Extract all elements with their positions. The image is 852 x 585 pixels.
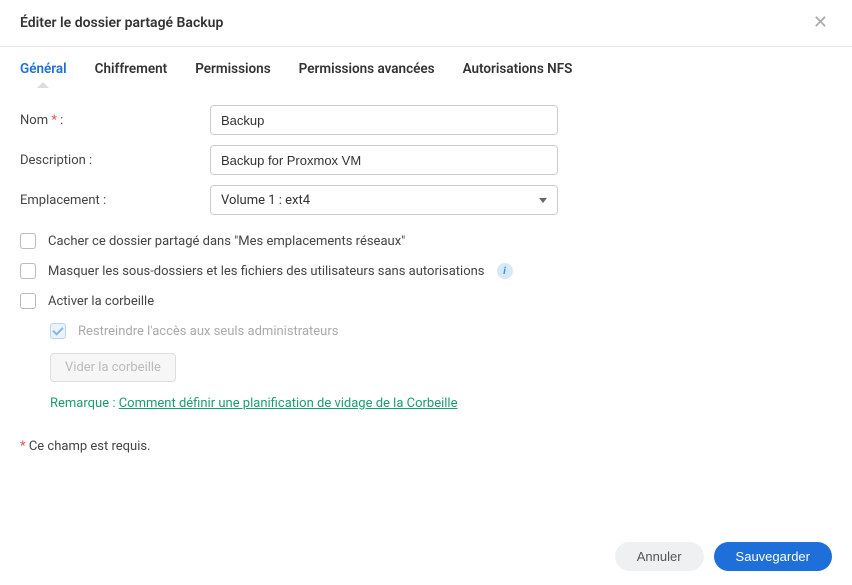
tab-encryption[interactable]: Chiffrement <box>95 61 168 87</box>
row-restrict-admin: Restreindre l'accès aux seuls administra… <box>50 323 832 339</box>
row-location: Emplacement : Volume 1 : ext4 <box>20 185 832 215</box>
required-note-text: Ce champ est requis. <box>26 439 151 454</box>
dialog-title: Éditer le dossier partagé Backup <box>20 15 223 31</box>
name-input[interactable] <box>210 105 558 135</box>
label-restrict-admin: Restreindre l'accès aux seuls administra… <box>78 324 338 339</box>
tab-content-general: Nom * : Description : Emplacement : Volu… <box>0 87 852 454</box>
close-icon[interactable]: ✕ <box>809 14 832 32</box>
row-hide-subfolders: Masquer les sous-dossiers et les fichier… <box>20 263 832 279</box>
label-description: Description : <box>20 153 210 168</box>
label-name-colon: : <box>60 113 63 128</box>
required-star: * <box>51 113 57 128</box>
row-name: Nom * : <box>20 105 832 135</box>
row-hide-network: Cacher ce dossier partagé dans "Mes empl… <box>20 233 832 249</box>
empty-trash-button: Vider la corbeille <box>50 353 176 382</box>
tab-permissions[interactable]: Permissions <box>195 61 270 87</box>
row-recycle: Activer la corbeille <box>20 293 832 309</box>
row-description: Description : <box>20 145 832 175</box>
remark-link[interactable]: Comment définir une planification de vid… <box>119 396 458 411</box>
required-note: * Ce champ est requis. <box>20 439 832 454</box>
location-select-value: Volume 1 : ext4 <box>221 193 310 208</box>
checkbox-hide-network[interactable] <box>20 233 36 249</box>
save-button[interactable]: Sauvegarder <box>714 542 832 571</box>
tab-nfs[interactable]: Autorisations NFS <box>463 61 573 87</box>
checkbox-recycle[interactable] <box>20 293 36 309</box>
label-hide-network: Cacher ce dossier partagé dans "Mes empl… <box>48 234 405 249</box>
label-name: Nom * : <box>20 113 210 128</box>
remark-prefix: Remarque : <box>50 396 119 411</box>
dialog-header: Éditer le dossier partagé Backup ✕ <box>0 0 852 47</box>
remark-line: Remarque : Comment définir une planifica… <box>50 396 832 411</box>
recycle-subsection: Restreindre l'accès aux seuls administra… <box>50 323 832 411</box>
location-select[interactable]: Volume 1 : ext4 <box>210 185 558 215</box>
tab-advanced-permissions[interactable]: Permissions avancées <box>299 61 435 87</box>
dialog-footer: Annuler Sauvegarder <box>0 530 852 585</box>
tab-general[interactable]: Général <box>20 61 67 87</box>
checkbox-restrict-admin <box>50 323 66 339</box>
description-input[interactable] <box>210 145 558 175</box>
cancel-button[interactable]: Annuler <box>615 542 704 571</box>
label-hide-subfolders: Masquer les sous-dossiers et les fichier… <box>48 264 485 279</box>
label-recycle: Activer la corbeille <box>48 294 154 309</box>
tab-bar: Général Chiffrement Permissions Permissi… <box>0 47 852 87</box>
checkbox-hide-subfolders[interactable] <box>20 263 36 279</box>
label-location: Emplacement : <box>20 193 210 208</box>
chevron-down-icon <box>539 198 547 203</box>
info-icon[interactable]: i <box>497 263 513 279</box>
label-name-text: Nom <box>20 113 48 128</box>
